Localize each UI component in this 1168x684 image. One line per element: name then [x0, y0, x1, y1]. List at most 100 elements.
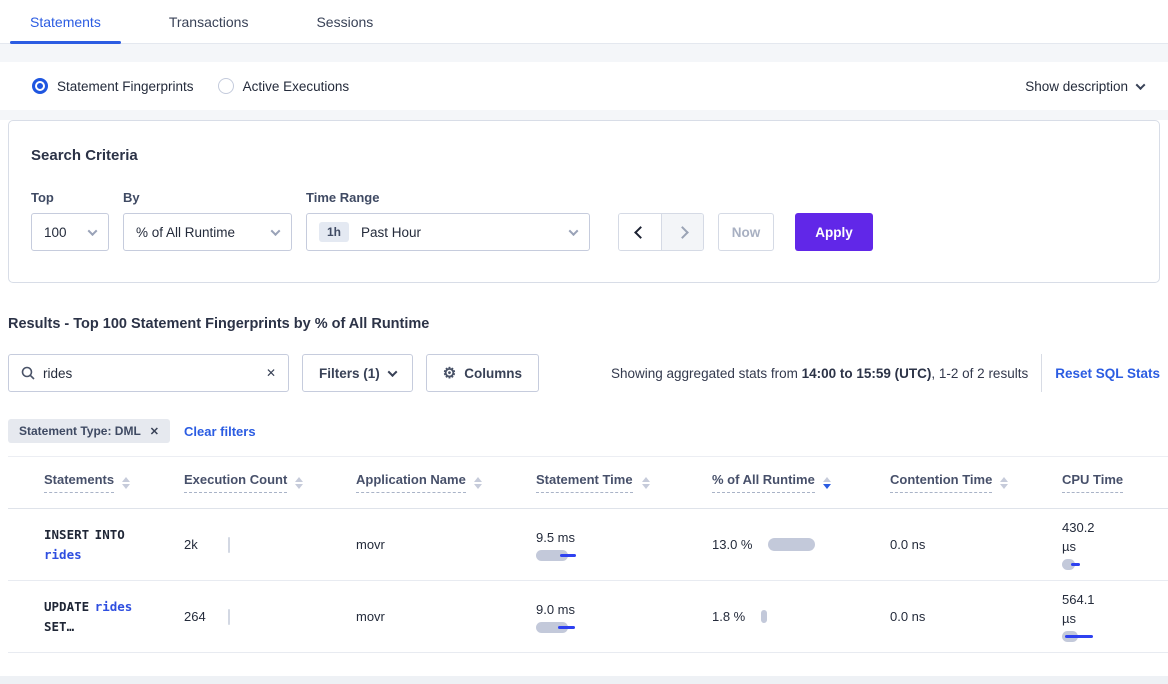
sort-icon[interactable] [295, 477, 303, 489]
clear-search-icon[interactable]: ✕ [266, 366, 276, 380]
cell-application-name: movr [320, 581, 500, 653]
radio-statement-fingerprints[interactable]: Statement Fingerprints [32, 78, 194, 94]
chevron-down-icon [569, 226, 579, 236]
by-select-value: % of All Runtime [136, 225, 235, 240]
col-header-statement-time[interactable]: Statement Time [500, 457, 676, 509]
table-row: UPDATE rides SET… 264 movr 9.0 ms 1.8 % … [8, 581, 1168, 653]
tab-statements[interactable]: Statements [10, 0, 121, 43]
sort-icon[interactable] [823, 477, 831, 489]
columns-label: Columns [464, 366, 522, 381]
show-description-label: Show description [1025, 79, 1128, 94]
results-heading: Results - Top 100 Statement Fingerprints… [8, 316, 1160, 332]
top-select-value: 100 [44, 225, 67, 240]
cell-statement: INSERT INTO rides [8, 509, 148, 581]
filter-pill-statement-type[interactable]: Statement Type: DML ✕ [8, 419, 170, 443]
statement-fingerprint: UPDATE rides SET… [44, 597, 134, 637]
statement-time-bar [536, 550, 596, 562]
search-icon [21, 366, 35, 380]
stats-summary: Showing aggregated stats from 14:00 to 1… [611, 366, 1028, 381]
sort-icon[interactable] [474, 477, 482, 489]
reset-sql-stats-link[interactable]: Reset SQL Stats [1055, 366, 1160, 381]
radio-label: Active Executions [243, 79, 350, 94]
radio-active-executions[interactable]: Active Executions [218, 78, 350, 94]
search-input[interactable] [43, 366, 258, 381]
spacer [0, 110, 1168, 120]
time-nav-group [618, 213, 704, 251]
time-range-label: Time Range [306, 190, 590, 205]
remove-filter-icon[interactable]: ✕ [150, 425, 159, 438]
active-filters-row: Statement Type: DML ✕ Clear filters [8, 419, 1160, 443]
col-header-execution-count[interactable]: Execution Count [148, 457, 320, 509]
chevron-down-icon [387, 367, 397, 377]
cell-statement-time: 9.0 ms [500, 581, 676, 653]
chevron-left-icon [634, 226, 647, 239]
execution-count-bar [228, 537, 230, 553]
cpu-time-bar [1062, 631, 1122, 643]
statement-link[interactable]: rides [95, 599, 133, 614]
filters-button[interactable]: Filters (1) [302, 354, 413, 392]
col-header-contention-time[interactable]: Contention Time [854, 457, 1026, 509]
cell-cpu-time: 430.2 µs [1026, 509, 1168, 581]
chevron-right-icon [676, 226, 689, 239]
gear-icon: ⚙ [443, 364, 456, 382]
sort-icon[interactable] [1000, 477, 1008, 489]
filter-pill-label: Statement Type: DML [19, 424, 141, 438]
sort-icon[interactable] [642, 477, 650, 489]
time-range-value: Past Hour [361, 225, 421, 240]
next-time-button[interactable] [661, 214, 703, 250]
results-section: Results - Top 100 Statement Fingerprints… [0, 316, 1168, 443]
radio-selected-icon[interactable] [32, 78, 48, 94]
col-header-statements[interactable]: Statements [8, 457, 148, 509]
cell-statement-time: 9.5 ms [500, 509, 676, 581]
search-box[interactable]: ✕ [8, 354, 289, 392]
cell-contention-time: 0.0 ns [854, 509, 1026, 581]
spacer [0, 44, 1168, 62]
cell-cpu-time: 564.1 µs [1026, 581, 1168, 653]
columns-button[interactable]: ⚙ Columns [426, 354, 539, 392]
clear-filters-link[interactable]: Clear filters [184, 424, 256, 439]
cell-statement: UPDATE rides SET… [8, 581, 148, 653]
statement-link[interactable]: rides [44, 547, 82, 562]
tab-sessions[interactable]: Sessions [296, 0, 393, 43]
statement-fingerprint: INSERT INTO rides [44, 525, 134, 565]
top-label: Top [31, 190, 109, 205]
results-controls: ✕ Filters (1) ⚙ Columns Showing aggregat… [8, 354, 1160, 392]
filters-label: Filters (1) [319, 366, 380, 381]
cell-contention-time: 0.0 ns [854, 581, 1026, 653]
time-range-select[interactable]: 1h Past Hour [306, 213, 590, 251]
tab-transactions[interactable]: Transactions [149, 0, 269, 43]
runtime-pct-bar [768, 538, 815, 551]
cell-execution-count: 2k [148, 509, 320, 581]
col-header-cpu-time[interactable]: CPU Time [1026, 457, 1168, 509]
chevron-down-icon [1136, 80, 1146, 90]
chevron-down-icon [271, 226, 281, 236]
radio-unselected-icon[interactable] [218, 78, 234, 94]
runtime-pct-bar [761, 610, 767, 623]
execution-count-bar [228, 609, 230, 625]
time-range-badge: 1h [319, 222, 349, 242]
by-select[interactable]: % of All Runtime [123, 213, 292, 251]
table-header-row: Statements Execution Count Application N… [8, 457, 1168, 509]
view-mode-bar: Statement Fingerprints Active Executions… [8, 62, 1168, 110]
apply-button[interactable]: Apply [795, 213, 873, 251]
table-row: INSERT INTO rides 2k movr 9.5 ms 13.0 % … [8, 509, 1168, 581]
top-select[interactable]: 100 [31, 213, 109, 251]
statements-table: Statements Execution Count Application N… [8, 456, 1168, 653]
search-criteria-title: Search Criteria [31, 147, 1137, 164]
cell-execution-count: 264 [148, 581, 320, 653]
col-header-application-name[interactable]: Application Name [320, 457, 500, 509]
cell-runtime-pct: 1.8 % [676, 581, 854, 653]
top-tab-bar: Statements Transactions Sessions [0, 0, 1168, 44]
prev-time-button[interactable] [619, 214, 661, 250]
sort-icon[interactable] [122, 477, 130, 489]
divider [1041, 354, 1042, 392]
col-header-runtime-pct[interactable]: % of All Runtime [676, 457, 854, 509]
radio-label: Statement Fingerprints [57, 79, 194, 94]
show-description-toggle[interactable]: Show description [1025, 79, 1144, 94]
by-label: By [123, 190, 292, 205]
search-criteria-card: Search Criteria Top 100 By % of All Runt… [8, 120, 1160, 283]
cell-runtime-pct: 13.0 % [676, 509, 854, 581]
statement-time-bar [536, 622, 596, 634]
cell-application-name: movr [320, 509, 500, 581]
now-button[interactable]: Now [718, 213, 774, 251]
